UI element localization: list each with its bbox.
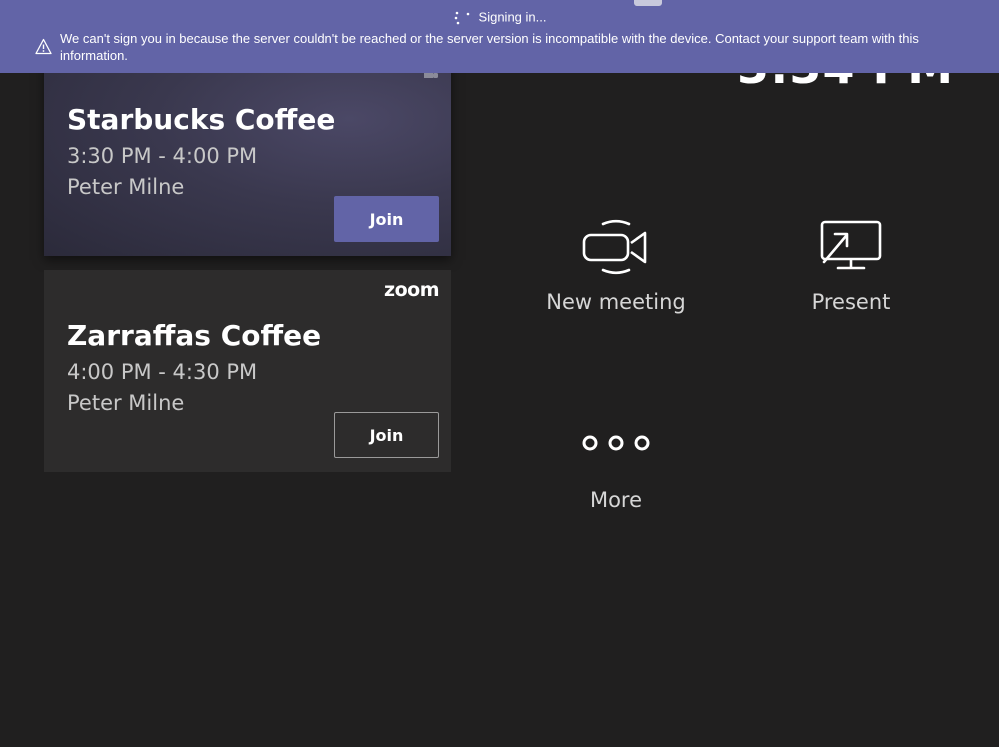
meeting-organizer: Peter Milne	[67, 391, 185, 415]
screen-share-icon	[820, 220, 882, 270]
meeting-card[interactable]: Starbucks Coffee 3:30 PM - 4:00 PM Peter…	[44, 60, 451, 256]
join-button[interactable]: Join	[334, 196, 439, 242]
zoom-logo: zoom	[384, 279, 439, 301]
meeting-time: 4:00 PM - 4:30 PM	[67, 360, 258, 384]
warning-icon	[35, 38, 52, 55]
more-dots-icon	[582, 435, 650, 451]
signing-in-status: Signing in...	[0, 9, 999, 27]
meeting-title: Zarraffas Coffee	[67, 319, 322, 352]
sign-in-error-banner: Signing in... We can't sign you in becau…	[0, 0, 999, 73]
new-meeting-label: New meeting	[546, 290, 686, 314]
present-button[interactable]: Present	[751, 212, 951, 314]
meeting-organizer: Peter Milne	[67, 175, 185, 199]
new-meeting-button[interactable]: New meeting	[516, 212, 716, 314]
banner-handle[interactable]	[634, 0, 662, 6]
present-label: Present	[811, 290, 891, 314]
more-label: More	[589, 488, 643, 512]
error-message: We can't sign you in because the server …	[60, 31, 919, 63]
more-button[interactable]: More	[516, 410, 716, 512]
join-button[interactable]: Join	[334, 412, 439, 458]
loading-spinner-icon	[453, 9, 471, 27]
signing-in-text: Signing in...	[478, 9, 547, 25]
meeting-card[interactable]: zoom Zarraffas Coffee 4:00 PM - 4:30 PM …	[44, 270, 451, 472]
meeting-time: 3:30 PM - 4:00 PM	[67, 144, 258, 168]
meeting-title: Starbucks Coffee	[67, 103, 336, 136]
video-camera-icon	[582, 220, 647, 274]
meeting-room-home: 3:34 PM Signing in... We can't sign you …	[0, 0, 999, 747]
